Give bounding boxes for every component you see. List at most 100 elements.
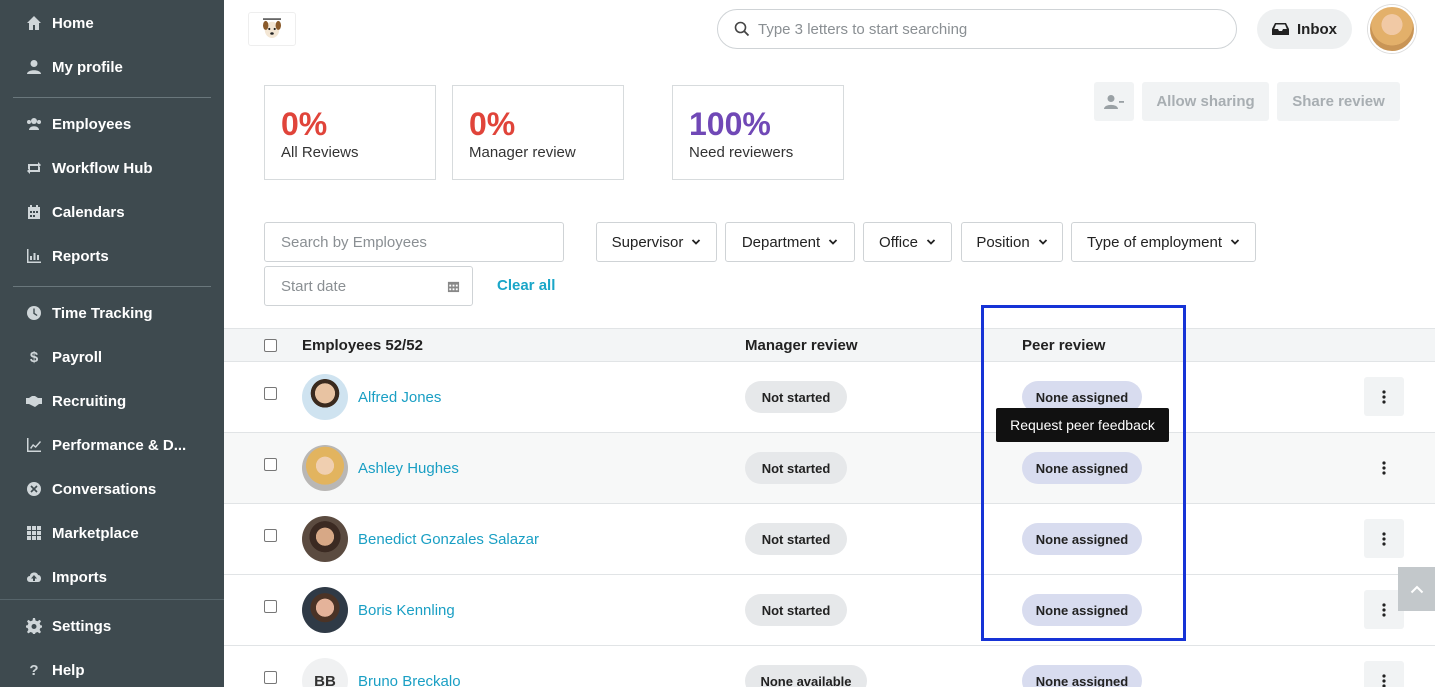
user-avatar[interactable] bbox=[1368, 5, 1416, 53]
handshake-icon bbox=[25, 392, 43, 410]
avatar[interactable] bbox=[302, 516, 348, 562]
avatar[interactable]: BB bbox=[302, 658, 348, 687]
sidebar-item-conversations[interactable]: Conversations bbox=[0, 469, 224, 509]
chat-icon bbox=[25, 480, 43, 498]
stat-card-manager-review: 0% Manager review bbox=[452, 85, 624, 180]
start-date-input[interactable] bbox=[281, 277, 441, 295]
row-more-button[interactable] bbox=[1364, 661, 1404, 687]
avatar[interactable] bbox=[302, 445, 348, 491]
sidebar: Home My profile Employees Workflow Hub C… bbox=[0, 0, 224, 687]
start-date-field[interactable] bbox=[264, 266, 473, 306]
home-icon bbox=[25, 14, 43, 32]
row-more-button[interactable] bbox=[1364, 519, 1404, 558]
workflow-icon bbox=[25, 159, 43, 177]
employee-search-field[interactable] bbox=[264, 222, 564, 262]
sidebar-item-time-tracking[interactable]: Time Tracking bbox=[0, 293, 224, 333]
remove-user-button[interactable] bbox=[1094, 82, 1134, 121]
department-dropdown[interactable]: Department bbox=[725, 222, 855, 262]
search-icon bbox=[734, 21, 750, 37]
row-more-button[interactable] bbox=[1364, 448, 1404, 487]
row-more-button[interactable] bbox=[1364, 377, 1404, 416]
sidebar-item-my-profile[interactable]: My profile bbox=[0, 47, 224, 87]
employee-name-link[interactable]: Alfred Jones bbox=[358, 389, 441, 406]
allow-sharing-button[interactable]: Allow sharing bbox=[1142, 82, 1269, 121]
kebab-menu-icon bbox=[1382, 460, 1386, 475]
sidebar-item-label: Recruiting bbox=[52, 392, 127, 410]
manager-review-status-badge: Not started bbox=[745, 452, 847, 484]
sidebar-item-help[interactable]: ? Help bbox=[0, 650, 224, 687]
employment-type-dropdown[interactable]: Type of employment bbox=[1071, 222, 1256, 262]
employee-name-link[interactable]: Boris Kennling bbox=[358, 602, 455, 619]
global-search[interactable] bbox=[717, 9, 1237, 49]
sidebar-item-label: Home bbox=[52, 14, 94, 32]
position-dropdown[interactable]: Position bbox=[961, 222, 1063, 262]
table-row: Ashley Hughes Not started None assigned bbox=[224, 433, 1435, 504]
peer-review-status-badge[interactable]: None assigned bbox=[1022, 452, 1142, 484]
gear-icon bbox=[25, 617, 43, 635]
inbox-label: Inbox bbox=[1297, 20, 1337, 38]
cloud-upload-icon bbox=[25, 568, 43, 586]
row-checkbox[interactable] bbox=[264, 529, 277, 542]
sidebar-item-label: Calendars bbox=[52, 203, 125, 221]
sidebar-item-marketplace[interactable]: Marketplace bbox=[0, 513, 224, 553]
chevron-down-icon bbox=[1038, 239, 1047, 245]
select-all-checkbox[interactable] bbox=[264, 339, 277, 352]
sidebar-item-performance[interactable]: Performance & D... bbox=[0, 425, 224, 465]
company-logo[interactable] bbox=[248, 12, 296, 46]
sidebar-item-settings[interactable]: Settings bbox=[0, 606, 224, 646]
dropdown-label: Department bbox=[741, 233, 821, 251]
sidebar-item-employees[interactable]: Employees bbox=[0, 104, 224, 144]
share-review-button[interactable]: Share review bbox=[1277, 82, 1400, 121]
clear-all-link[interactable]: Clear all bbox=[497, 277, 555, 294]
column-header-manager-review[interactable]: Manager review bbox=[745, 337, 858, 354]
sidebar-item-label: Performance & D... bbox=[52, 436, 187, 454]
sidebar-item-home[interactable]: Home bbox=[0, 3, 224, 43]
supervisor-dropdown[interactable]: Supervisor bbox=[596, 222, 717, 262]
kebab-menu-icon bbox=[1382, 531, 1386, 546]
chevron-down-icon bbox=[829, 239, 838, 245]
sidebar-divider bbox=[0, 599, 224, 600]
user-minus-icon bbox=[1104, 94, 1124, 109]
manager-review-status-badge: None available bbox=[745, 665, 867, 687]
chevron-down-icon bbox=[1230, 239, 1240, 245]
sidebar-item-calendars[interactable]: Calendars bbox=[0, 192, 224, 232]
sidebar-divider bbox=[13, 286, 211, 287]
employee-name-link[interactable]: Benedict Gonzales Salazar bbox=[358, 531, 539, 548]
dropdown-label: Supervisor bbox=[611, 233, 684, 251]
scroll-to-top-button[interactable] bbox=[1398, 567, 1435, 611]
peer-review-status-badge[interactable]: None assigned bbox=[1022, 523, 1142, 555]
avatar[interactable] bbox=[302, 374, 348, 420]
row-checkbox[interactable] bbox=[264, 387, 277, 400]
employee-name-link[interactable]: Ashley Hughes bbox=[358, 460, 459, 477]
sidebar-item-workflow-hub[interactable]: Workflow Hub bbox=[0, 148, 224, 188]
chart-icon bbox=[25, 247, 43, 265]
dropdown-label: Office bbox=[879, 233, 918, 251]
sidebar-item-recruiting[interactable]: Recruiting bbox=[0, 381, 224, 421]
sidebar-item-imports[interactable]: Imports bbox=[0, 557, 224, 597]
row-checkbox[interactable] bbox=[264, 600, 277, 613]
sidebar-item-label: Conversations bbox=[52, 480, 157, 498]
row-checkbox[interactable] bbox=[264, 458, 277, 471]
peer-review-status-badge[interactable]: None assigned bbox=[1022, 594, 1142, 626]
grid-icon bbox=[25, 524, 43, 542]
trend-icon bbox=[25, 436, 43, 454]
office-dropdown[interactable]: Office bbox=[863, 222, 952, 262]
sidebar-item-label: Time Tracking bbox=[52, 304, 153, 322]
column-header-employees[interactable]: Employees 52/52 bbox=[302, 337, 423, 354]
peer-review-status-badge[interactable]: None assigned bbox=[1022, 665, 1142, 687]
avatar[interactable] bbox=[302, 587, 348, 633]
inbox-button[interactable]: Inbox bbox=[1257, 9, 1352, 49]
stat-value: 0% bbox=[469, 106, 516, 142]
sidebar-item-reports[interactable]: Reports bbox=[0, 236, 224, 276]
request-peer-feedback-tooltip: Request peer feedback bbox=[996, 408, 1169, 442]
stat-value: 0% bbox=[281, 106, 328, 142]
employee-search-input[interactable] bbox=[281, 233, 563, 251]
global-search-input[interactable] bbox=[758, 20, 1198, 38]
row-checkbox[interactable] bbox=[264, 671, 277, 684]
employee-name-link[interactable]: Bruno Breckalo bbox=[358, 673, 461, 687]
question-icon: ? bbox=[29, 661, 39, 679]
kebab-menu-icon bbox=[1382, 673, 1386, 687]
dollar-icon: $ bbox=[29, 348, 39, 366]
column-header-peer-review[interactable]: Peer review bbox=[1022, 337, 1105, 354]
sidebar-item-payroll[interactable]: $ Payroll bbox=[0, 337, 224, 377]
